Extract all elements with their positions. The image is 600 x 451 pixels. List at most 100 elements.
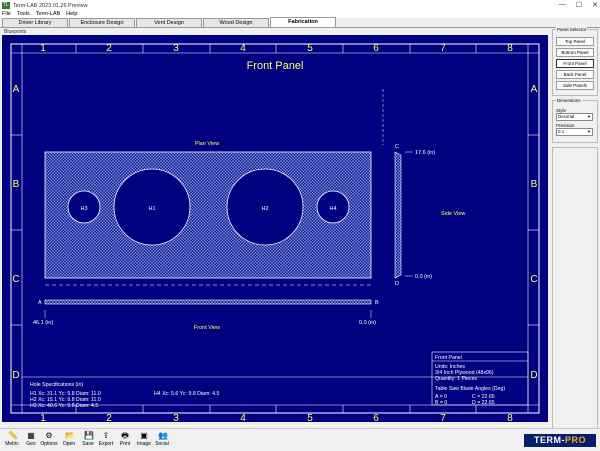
front-view-left-dim: 46.1 (in) [33,320,53,326]
tab-divider [0,27,600,28]
tab-enclosure-design[interactable]: Enclosure Design [69,18,135,27]
col-label-top: 3 [173,43,179,54]
style-value: Decimal [558,114,575,119]
grid-icon: ▦ [27,431,35,440]
hole-spec-h3: H3 Xc: 40.6 Yc: 9.8 Diam: 4.5 [30,403,98,409]
front-panel-button[interactable]: Front Panel [556,59,594,68]
col-label-bottom: 6 [373,413,379,422]
term-pro-logo: TERM-PRO [524,434,596,447]
gear-icon: ⚙ [45,431,53,440]
hole-spec-h4: H4 Xc: 5.6 Yc: 9.8 Diam: 4.5 [154,391,219,397]
menu-help[interactable]: Help [66,11,77,18]
info-angle-d: D = 22.65 [472,400,495,406]
tab-fabrication[interactable]: Fabrication [270,17,336,27]
minimize-icon[interactable]: — [559,1,566,9]
row-label-left: D [12,370,19,381]
close-icon[interactable]: ✕ [592,1,598,9]
panel-side-view [394,151,402,279]
bottom-toolbar: 📏 Metric ▦ Geo ⚙ Options 📂 Open 💾 Save ⇪ Expor… [0,428,600,451]
chevron-down-icon: ▼ [587,129,591,134]
hole-specs-title: Hole Specifications (in) [30,382,83,388]
tab-wood-design[interactable]: Wood Design [203,18,269,27]
drawing-title: Front Panel [247,60,304,72]
col-label-bottom: 5 [307,413,313,422]
menu-file[interactable]: File [2,11,11,18]
tab-vent-design[interactable]: Vent Design [136,18,202,27]
side-view-label: Side View [441,211,465,217]
side-panels-button[interactable]: Side Panels [556,81,594,90]
menu-tools[interactable]: Tools [17,11,30,18]
row-label-right: B [531,179,538,190]
chevron-down-icon: ▼ [587,114,591,119]
blueprint-canvas: 1 2 3 4 5 6 7 8 1 2 3 4 5 6 7 8 A B C D … [2,35,548,422]
export-button[interactable]: ⇪ Export [97,432,115,449]
row-label-right: C [530,274,537,285]
tab-bar: Driver Library Enclosure Design Vent Des… [2,17,337,27]
row-label-right: D [530,370,537,381]
side-view-d-label: D [395,281,399,287]
row-label-left: B [13,179,20,190]
bottom-panel-button[interactable]: Bottom Panel [556,48,594,57]
print-button[interactable]: 🖶 Print [116,432,134,449]
col-label-top: 2 [106,43,112,54]
dimensions-group: Dimensions Style Decimal ▼ Precision 0.1 ▼ [552,98,598,143]
empty-group [552,147,598,432]
row-label-left: A [13,84,20,95]
image-icon: ▣ [140,431,148,440]
social-button[interactable]: 👥 Social [153,432,171,449]
hole-label: H2 [261,206,268,212]
top-panel-button[interactable]: Top Panel [556,37,594,46]
style-select[interactable]: Decimal ▼ [556,113,593,121]
menu-term-lab[interactable]: Term-LAB [36,11,60,18]
image-button[interactable]: ▣ Image [135,432,153,449]
hole-label: H4 [329,206,336,212]
info-title: Front Panel [435,355,462,361]
col-label-bottom: 4 [240,413,246,422]
save-button[interactable]: 💾 Save [79,432,97,449]
col-label-bottom: 2 [106,413,112,422]
ruler-icon: 📏 [8,431,18,440]
window-title: Term-LAB 2023.01.26 Preview [13,2,88,9]
maximize-icon[interactable]: ☐ [576,1,582,9]
info-quantity: Quantity: 1 Pieces [435,376,478,382]
col-label-bottom: 7 [440,413,446,422]
col-label-top: 4 [240,43,246,54]
people-icon: 👥 [158,431,168,440]
hole-label: H1 [148,206,155,212]
open-button[interactable]: 📂 Open [60,432,78,449]
title-bar: TL Term-LAB 2023.01.26 Preview — ☐ ✕ [0,0,600,11]
plan-view-label: Plan View [195,141,219,147]
front-view-label: Front View [194,325,220,331]
metric-button[interactable]: 📏 Metric [3,432,21,449]
blueprint-drawing: 1 2 3 4 5 6 7 8 1 2 3 4 5 6 7 8 A B C D … [10,43,540,422]
front-view-a-label: A [38,300,42,306]
geo-button[interactable]: ▦ Geo [22,432,40,449]
col-label-top: 5 [307,43,313,54]
folder-icon: 📂 [65,431,75,440]
floppy-icon: 💾 [84,431,94,440]
dimensions-label: Dimensions [556,98,582,103]
front-view-b-label: B [375,300,379,306]
right-sidebar: Panel Selector Top Panel Bottom Panel Fr… [552,27,598,436]
side-view-top-dim: 17.6 (in) [415,150,435,156]
options-button[interactable]: ⚙ Options [40,432,58,449]
col-label-bottom: 3 [173,413,179,422]
col-label-bottom: 8 [507,413,513,422]
side-view-bottom-dim: 0.0 (in) [415,274,432,280]
row-label-right: A [531,84,538,95]
col-label-top: 6 [373,43,379,54]
info-angles-title: Table Saw Blade Angles (Deg) [435,386,505,392]
tab-driver-library[interactable]: Driver Library [2,18,68,27]
col-label-top: 7 [440,43,446,54]
export-icon: ⇪ [102,431,110,440]
info-angle-b: B = 0 [435,400,447,406]
panel-selector-label: Panel Selector [556,27,588,32]
app-icon: TL [2,2,10,9]
col-label-bottom: 1 [40,413,46,422]
side-view-c-label: C [395,144,399,150]
front-view-right-dim: 0.0 (in) [359,320,376,326]
col-label-top: 1 [40,43,46,54]
back-panel-button[interactable]: Back Panel [556,70,594,79]
hole-label: H3 [80,206,87,212]
precision-select[interactable]: 0.1 ▼ [556,128,593,136]
